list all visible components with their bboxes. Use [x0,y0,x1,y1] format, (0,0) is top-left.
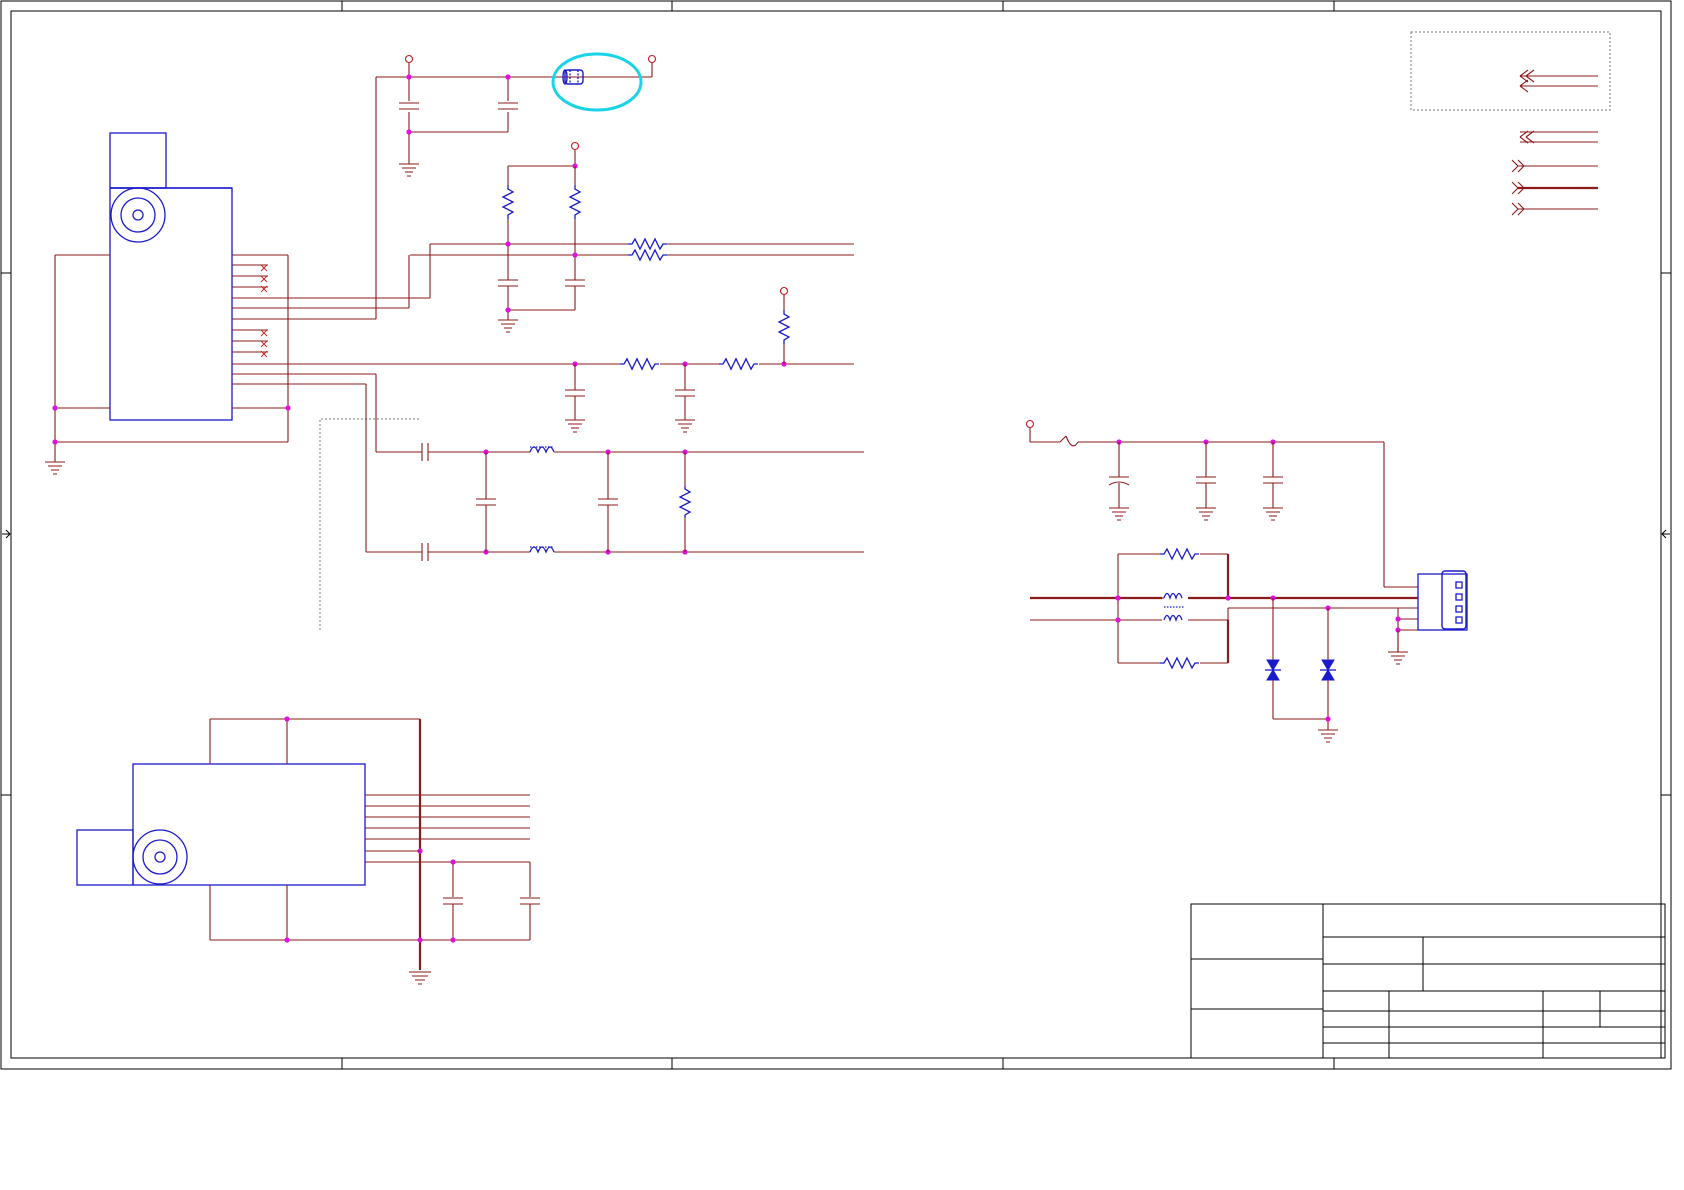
usb-data [1030,547,1418,743]
power-flag-icon [1025,419,1035,429]
fuse-icon [1059,435,1079,447]
port-in-icon [1519,69,1598,93]
audio-jack-connector-1 [45,132,854,475]
power-flag-icon [570,141,580,151]
resistor-icon [777,310,791,344]
no-connect-marks [260,264,268,358]
sheet-frame [0,0,1672,1070]
resistor-icon [501,185,515,219]
dashed-zone [319,418,420,630]
capacitor-icon [520,897,540,905]
capacitor-icon [476,498,496,506]
ground-symbol-icon [675,419,695,433]
capacitor-icon [675,389,695,397]
resistor-icon [1160,547,1200,561]
capacitor-icon [498,279,518,287]
capacitor-icon [565,279,585,287]
resistor-icon [568,185,582,219]
inductor-icon [529,446,555,454]
port-legend [1410,31,1611,216]
ground-symbol-icon [1263,507,1283,521]
tvs-diode-icon [1265,659,1281,681]
audio-jack-connector-2 [76,716,540,985]
ground-symbol-icon [409,971,431,985]
title-block [1190,903,1666,1059]
capacitor-icon [421,443,429,461]
differential-filter [365,374,864,561]
power-flag-icon [779,286,789,296]
capacitor-icon [598,498,618,506]
rc-filter-line [565,286,791,433]
capacitor-icon [498,102,518,110]
capacitor-icon [443,897,463,905]
supply-filter [375,52,657,319]
ground-symbol-icon [1318,729,1338,743]
usb-power [1025,419,1418,588]
power-flag-icon [404,54,414,64]
port-out-icon [1511,202,1598,216]
capacitor-icon [565,389,585,397]
ground-symbol-icon [45,461,65,475]
resistor-icon [628,248,667,262]
inductor-icon [1160,590,1188,626]
ground-symbol-icon [1388,651,1408,665]
capacitor-icon [399,102,419,110]
capacitor-icon [1196,476,1216,484]
ground-symbol-icon [498,319,518,333]
port-out-icon [1511,181,1598,195]
ground-symbol-icon [399,163,419,177]
schematic-sheet [0,0,1672,1070]
port-out-icon [1511,159,1598,173]
resistor-icon [678,486,692,518]
signal-pullups [408,141,854,333]
ground-symbol-icon [1109,507,1129,521]
resistor-icon [1160,656,1200,670]
tvs-diode-icon [1320,659,1336,681]
capacitor-icon [1263,476,1283,484]
usb-connector-icon [1388,570,1468,665]
ground-symbol-icon [565,419,585,433]
resistor-icon [628,237,667,251]
inductor-icon [529,546,555,554]
ground-symbol-icon [1196,507,1216,521]
power-flag-icon [647,54,657,77]
port-in-icon [1519,130,1598,144]
capacitor-icon [421,543,429,561]
